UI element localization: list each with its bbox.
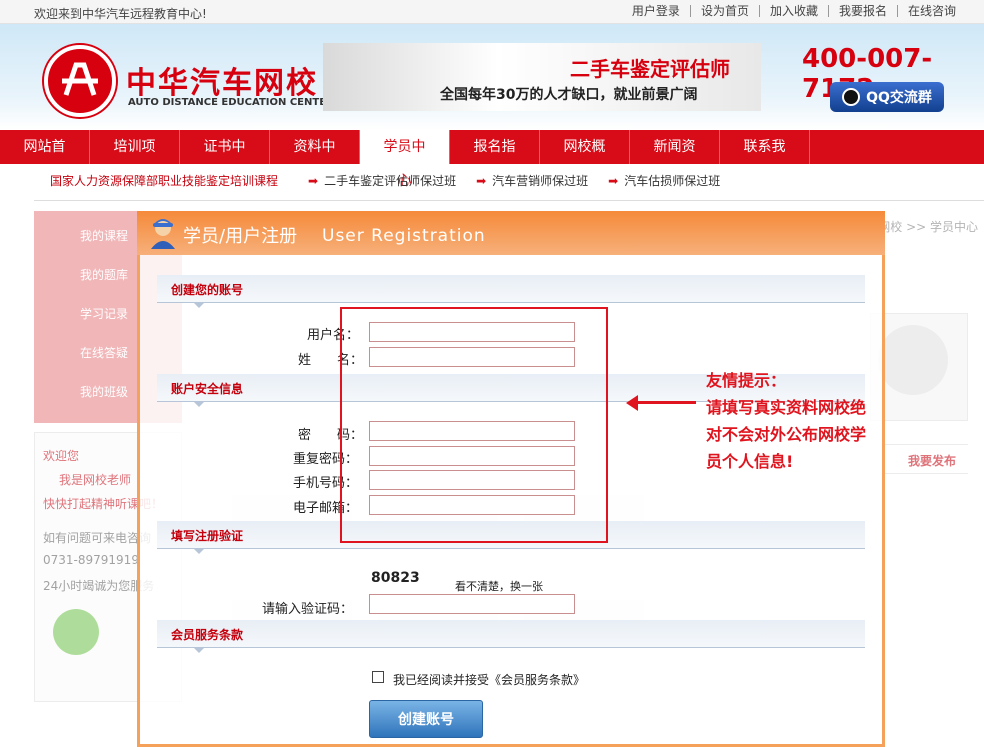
qq-group-label: QQ交流群	[866, 90, 932, 106]
modal-title-en: User Registration	[322, 226, 486, 246]
captcha-refresh-link[interactable]: 看不清楚，换一张	[455, 578, 543, 594]
tip-line: 友情提示：	[706, 371, 787, 390]
create-account-button[interactable]: 创建账号	[369, 700, 483, 738]
agree-terms-label[interactable]: 我已经阅读并接受《会员服务条款》	[393, 671, 585, 688]
section-title: 创建您的账号	[171, 283, 244, 297]
nav-about[interactable]: 网校概况	[540, 130, 630, 189]
logo-title: 中华汽车网校	[126, 66, 318, 101]
subnav-link-label: 汽车营销师保过班	[492, 174, 589, 188]
main-nav: 网站首页 培训项目 证书中心 资料中心 学员中心 报名指南 网校概况 新闻资讯 …	[0, 130, 984, 189]
arrow-right-icon: ➡	[608, 174, 619, 188]
logo-icon[interactable]	[44, 45, 116, 117]
captcha-field[interactable]	[369, 594, 575, 614]
subnav-link-appraiser[interactable]: ➡ 二手车鉴定评估师保过班	[308, 172, 456, 189]
login-link[interactable]: 用户登录	[622, 5, 690, 17]
signup-link[interactable]: 我要报名	[827, 5, 897, 17]
nav-training[interactable]: 培训项目	[90, 130, 180, 189]
logo-subtitle: AUTO DISTANCE EDUCATION CENTER	[128, 97, 334, 108]
subnav-link-loss[interactable]: ➡ 汽车估损师保过班	[608, 172, 720, 189]
section-pointer-icon	[193, 548, 205, 554]
section-create-account: 创建您的账号	[157, 275, 865, 308]
qq-penguin-icon	[842, 88, 861, 106]
tip-arrowhead-icon	[626, 395, 638, 411]
nav-enroll-guide[interactable]: 报名指南	[450, 130, 540, 189]
nav-contact[interactable]: 联系我们	[720, 130, 810, 189]
tip-arrow-icon	[636, 401, 696, 404]
subnav-link-label: 汽车估损师保过班	[624, 174, 721, 188]
friendly-tip: 友情提示： 请填写真实资料网校绝 对不会对外公布网校学 员个人信息!	[706, 367, 876, 475]
agree-terms-checkbox[interactable]	[372, 671, 384, 683]
required-fields-highlight	[340, 307, 608, 543]
section-pointer-icon	[193, 401, 205, 407]
nav-news[interactable]: 新闻资讯	[630, 130, 720, 189]
tip-line: 请填写真实资料网校绝	[706, 398, 867, 417]
user-avatar-icon	[149, 217, 177, 249]
nav-resources[interactable]: 资料中心	[270, 130, 360, 189]
banner-subtitle: 全国每年30万的人才缺口，就业前景广阔	[440, 87, 698, 103]
sub-nav: 国家人力资源保障部职业技能鉴定培训课程 ➡ 二手车鉴定评估师保过班 ➡ 汽车营销师保…	[50, 172, 740, 189]
tip-line: 对不会对外公布网校学	[706, 425, 867, 444]
tip-line: 员个人信息!	[706, 452, 794, 471]
banner-title: 二手车鉴定评估师	[570, 57, 730, 81]
nav-certificates[interactable]: 证书中心	[180, 130, 270, 189]
arrow-right-icon: ➡	[308, 174, 319, 188]
qq-group-button[interactable]: QQ交流群	[830, 82, 944, 112]
nav-home[interactable]: 网站首页	[0, 130, 90, 189]
section-pointer-icon	[193, 302, 205, 308]
welcome-text: 欢迎来到中华汽车远程教育中心!	[34, 7, 207, 21]
modal-title: 学员/用户注册	[183, 226, 298, 247]
subnav-link-sales[interactable]: ➡ 汽车营销师保过班	[476, 172, 588, 189]
section-pointer-icon	[193, 647, 205, 653]
set-homepage-link[interactable]: 设为首页	[689, 5, 759, 17]
section-title: 会员服务条款	[171, 628, 244, 642]
captcha-image: 80823	[371, 570, 420, 586]
subnav-link-label: 二手车鉴定评估师保过班	[324, 174, 457, 188]
captcha-label: 请输入验证码：	[262, 602, 354, 617]
add-favorite-link[interactable]: 加入收藏	[758, 5, 828, 17]
subnav-title[interactable]: 国家人力资源保障部职业技能鉴定培训课程	[50, 172, 278, 189]
online-consult-link[interactable]: 在线咨询	[896, 5, 966, 17]
nav-student-center[interactable]: 学员中心	[360, 130, 450, 189]
top-links: 用户登录 设为首页 加入收藏 我要报名 在线咨询	[622, 5, 966, 17]
section-title: 填写注册验证	[171, 529, 244, 543]
section-terms: 会员服务条款	[157, 620, 865, 653]
section-title: 账户安全信息	[171, 382, 244, 396]
arrow-right-icon: ➡	[476, 174, 487, 188]
